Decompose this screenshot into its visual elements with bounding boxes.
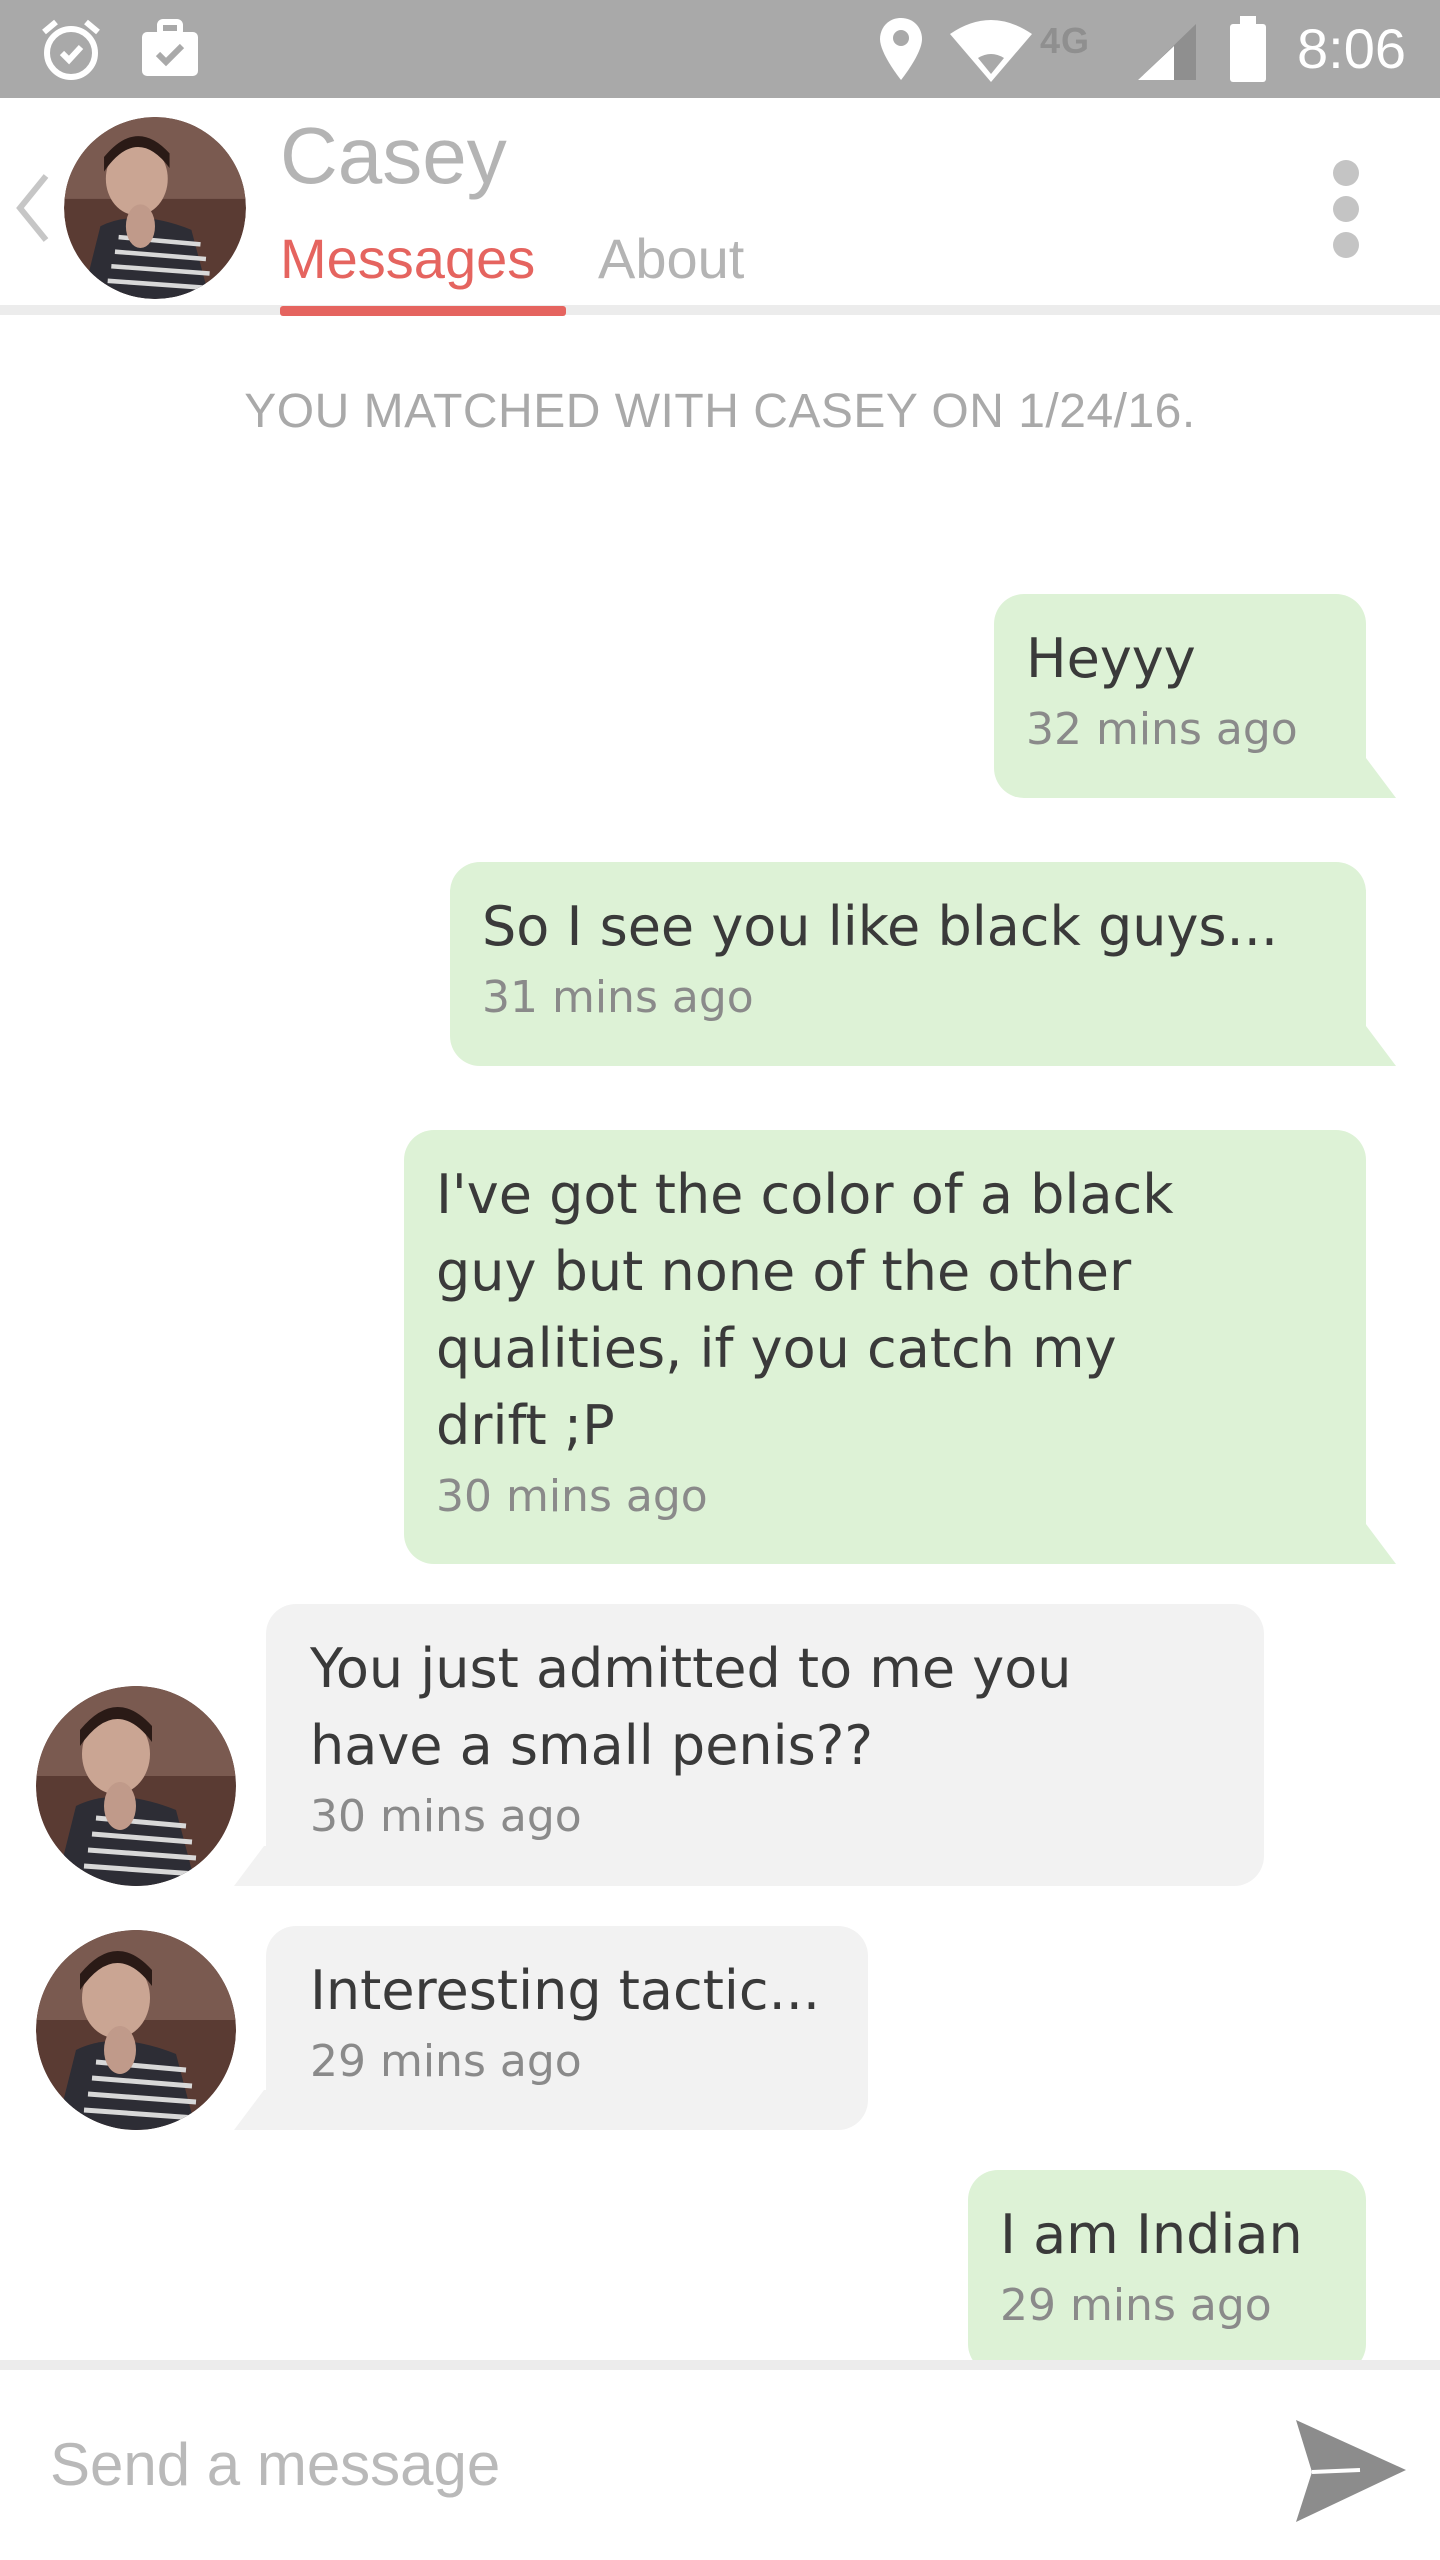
back-chevron-icon[interactable] <box>6 168 58 248</box>
message-bubble-sent[interactable]: So I see you like black guys... 31 mins … <box>450 862 1366 1066</box>
status-bar: 4G 8:06 <box>0 0 1440 98</box>
bubble-tail <box>1336 1026 1396 1066</box>
briefcase-icon <box>142 19 198 76</box>
message-text: I am Indian <box>1000 2203 1303 2266</box>
message-text: I've got the color of a black guy but no… <box>436 1163 1174 1457</box>
alarm-icon <box>42 19 100 80</box>
signal-icon <box>1138 24 1196 80</box>
message-time: 29 mins ago <box>1000 2280 1272 2331</box>
header-divider <box>0 305 1440 315</box>
message-text: Interesting tactic... <box>310 1959 821 2022</box>
message-input[interactable]: Send a message <box>50 2430 500 2499</box>
match-notice: YOU MATCHED WITH CASEY ON 1/24/16. <box>244 385 1196 438</box>
clock: 8:06 <box>1297 17 1406 80</box>
message-text: Heyyy <box>1026 627 1196 690</box>
contact-avatar[interactable] <box>64 117 246 299</box>
bubble-tail <box>1336 1524 1396 1564</box>
sender-avatar[interactable] <box>36 1930 236 2130</box>
message-bubble-received[interactable]: Interesting tactic... 29 mins ago <box>266 1926 868 2130</box>
message-time: 31 mins ago <box>482 972 754 1023</box>
message-time: 32 mins ago <box>1026 704 1298 755</box>
wifi-icon <box>950 20 1032 82</box>
message-bubble-sent[interactable]: Heyyy 32 mins ago <box>994 594 1366 798</box>
network-type: 4G <box>1040 20 1091 61</box>
location-icon <box>880 18 922 80</box>
bubble-tail <box>234 2090 294 2130</box>
tab-about[interactable]: About <box>598 226 744 291</box>
battery-icon <box>1230 16 1266 82</box>
tab-messages[interactable]: Messages <box>280 226 535 291</box>
active-tab-indicator <box>280 306 566 316</box>
message-time: 30 mins ago <box>436 1471 708 1522</box>
contact-name: Casey <box>280 111 507 200</box>
bubble-tail <box>234 1846 294 1886</box>
message-time: 30 mins ago <box>310 1791 582 1842</box>
message-text: So I see you like black guys... <box>482 895 1279 958</box>
message-bubble-received[interactable]: You just admitted to me you have a small… <box>266 1604 1264 1886</box>
message-bubble-sent[interactable]: I am Indian 29 mins ago <box>968 2170 1366 2374</box>
send-icon[interactable] <box>1290 2410 1410 2530</box>
bubble-tail <box>1336 758 1396 798</box>
message-bubble-sent[interactable]: I've got the color of a black guy but no… <box>404 1130 1366 1564</box>
sender-avatar[interactable] <box>36 1686 236 1886</box>
message-time: 29 mins ago <box>310 2036 582 2087</box>
more-options-icon[interactable] <box>1320 156 1372 266</box>
message-text: You just admitted to me you have a small… <box>310 1637 1072 1777</box>
